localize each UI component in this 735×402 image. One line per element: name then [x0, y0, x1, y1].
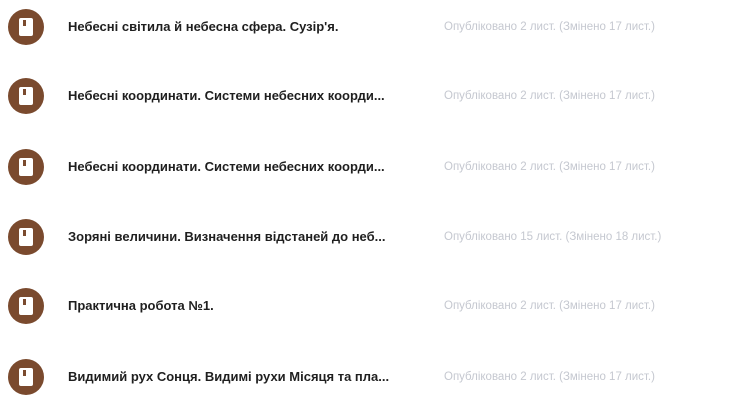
item-meta: Опубліковано 2 лист. (Змінено 17 лист.): [444, 161, 655, 173]
item-title: Видимий рух Сонця. Видимі рухи Місяця та…: [68, 369, 390, 384]
assignment-icon: [8, 219, 44, 255]
assignment-icon: [8, 149, 44, 185]
item-meta: Опубліковано 2 лист. (Змінено 17 лист.): [444, 371, 655, 383]
classwork-list: Небесні світила й небесна сфера. Сузір'я…: [0, 0, 735, 395]
list-item[interactable]: Небесні світила й небесна сфера. Сузір'я…: [0, 2, 735, 52]
item-meta: Опубліковано 2 лист. (Змінено 17 лист.): [444, 300, 655, 312]
list-item[interactable]: Практична робота №1. Опубліковано 2 лист…: [0, 281, 735, 331]
list-item[interactable]: Видимий рух Сонця. Видимі рухи Місяця та…: [0, 352, 735, 402]
item-title: Небесні координати. Системи небесних коо…: [68, 88, 385, 103]
list-item[interactable]: Небесні координати. Системи небесних коо…: [0, 71, 735, 121]
item-title: Небесні світила й небесна сфера. Сузір'я…: [68, 19, 339, 34]
item-title: Зоряні величини. Визначення відстаней до…: [68, 229, 386, 244]
assignment-icon: [8, 9, 44, 45]
assignment-icon: [8, 359, 44, 395]
assignment-icon: [8, 288, 44, 324]
list-item[interactable]: Зоряні величини. Визначення відстаней до…: [0, 212, 735, 262]
list-item[interactable]: Небесні координати. Системи небесних коо…: [0, 142, 735, 192]
item-meta: Опубліковано 2 лист. (Змінено 17 лист.): [444, 90, 655, 102]
item-meta: Опубліковано 2 лист. (Змінено 17 лист.): [444, 21, 655, 33]
item-title: Небесні координати. Системи небесних коо…: [68, 159, 385, 174]
item-title: Практична робота №1.: [68, 298, 214, 313]
item-meta: Опубліковано 15 лист. (Змінено 18 лист.): [444, 231, 662, 243]
assignment-icon: [8, 78, 44, 114]
